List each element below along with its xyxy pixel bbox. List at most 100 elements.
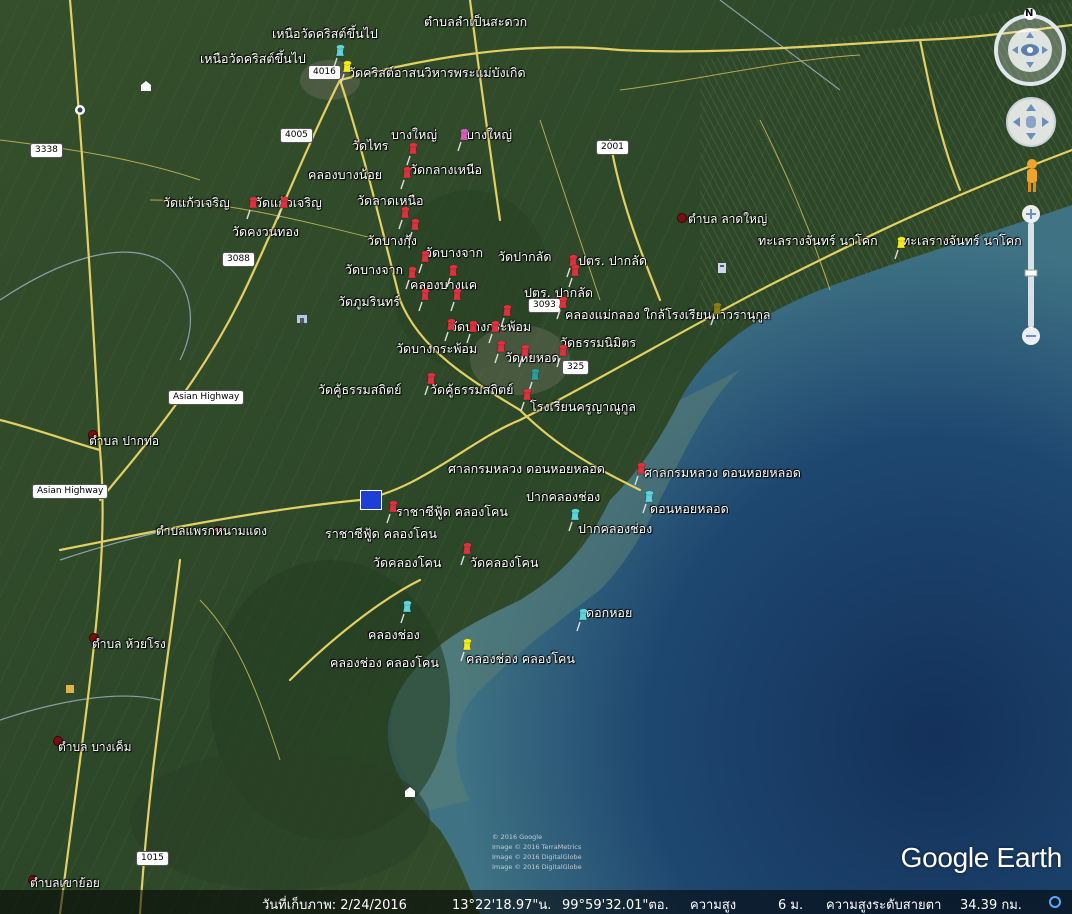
longitude-readout: 99°59'32.01"ตอ. — [562, 898, 669, 913]
placemark-label: วัดลาดเหนือ — [357, 193, 424, 208]
placemark-label: วัดหัยหอด — [505, 350, 560, 365]
place-marker[interactable] — [677, 213, 687, 223]
route-shield-4005: 4005 — [280, 128, 313, 143]
google-earth-logo: Google Earth — [900, 842, 1063, 873]
placemark-label: ปากคลองช่อง — [526, 489, 601, 504]
cyan-pushpin-icon[interactable] — [642, 490, 656, 514]
yellow-pushpin-icon[interactable] — [894, 236, 908, 260]
red-pushpin-icon[interactable] — [520, 388, 534, 412]
red-pushpin-icon[interactable] — [494, 340, 508, 364]
placemark-label: ศาลกรมหลวง ดอนหอยหลอด — [448, 461, 605, 476]
latitude-readout: 13°22'18.97"น. — [452, 898, 552, 913]
placemark-label: วัดคลองโคน — [373, 555, 442, 570]
elevation-label: ความสูง — [690, 898, 737, 913]
landmark-poi-icon[interactable] — [64, 682, 76, 694]
pan-control-icon[interactable] — [1005, 96, 1057, 148]
placemark-label: วัดคงวนทอง — [232, 224, 300, 239]
placemark-label: วัดบางกระพ้อม — [396, 341, 478, 356]
temple-poi-icon[interactable] — [140, 80, 152, 92]
red-pushpin-icon[interactable] — [446, 264, 460, 288]
placemark-label: วัดปากลัด — [498, 249, 552, 264]
olive-pushpin-icon[interactable] — [710, 302, 724, 326]
placemark-label: ปตร. ปากลัด — [578, 253, 648, 268]
route-shield-asian-highway-a: Asian Highway — [168, 390, 245, 405]
credit-line: Image © 2016 TerraMetrics — [492, 843, 582, 851]
camera-poi-icon[interactable] — [74, 104, 86, 116]
temple-poi-icon[interactable] — [404, 786, 416, 798]
placemark-label: เหนือวัดคริสต์ขึ้นไป — [200, 51, 306, 66]
yellow-pushpin-icon[interactable] — [460, 638, 474, 662]
placemark-label: วัดกลางเหนือ — [410, 162, 483, 177]
placemark-label: วัดบางจาก — [425, 245, 484, 260]
placemark-label: ปากคลองช่อง — [578, 521, 653, 536]
credit-line: Image © 2016 DigitalGlobe — [492, 853, 582, 861]
red-pushpin-icon[interactable] — [634, 462, 648, 486]
placemark-label: ดอนหอยหลอด — [650, 501, 729, 516]
place-label: ตำบล ลาดใหญ่ — [688, 212, 768, 226]
placemark-label: คลองบางน้อย — [308, 167, 383, 182]
red-pushpin-icon[interactable] — [418, 288, 432, 312]
eye-altitude-value: 34.39 กม. — [960, 898, 1022, 913]
map-view[interactable]: 4016 4005 3338 2001 3088 3093 325 Asian … — [0, 0, 1072, 914]
satellite-imagery — [0, 0, 1072, 914]
building-poi-icon[interactable] — [716, 262, 728, 274]
red-pushpin-icon[interactable] — [460, 542, 474, 566]
red-pushpin-icon[interactable] — [556, 296, 570, 320]
place-label: ตำบล ปากท่อ — [89, 434, 160, 448]
elevation-value: 6 ม. — [778, 898, 804, 913]
red-pushpin-icon[interactable] — [466, 320, 480, 344]
placemark-label: โรงเรียนครูญาณูกูล — [530, 399, 636, 414]
street-view-pegman-icon[interactable] — [1022, 158, 1042, 194]
red-pushpin-icon[interactable] — [405, 266, 419, 290]
yellow-pushpin-icon[interactable] — [340, 60, 354, 84]
red-pushpin-icon[interactable] — [500, 304, 514, 328]
red-pushpin-icon[interactable] — [406, 142, 420, 166]
imagery-credits: © 2016 Google Image © 2016 TerraMetrics … — [492, 832, 582, 872]
route-shield-2001: 2001 — [596, 140, 629, 155]
red-pushpin-icon[interactable] — [518, 344, 532, 368]
red-pushpin-icon[interactable] — [277, 196, 291, 220]
cyan-pushpin-icon[interactable] — [568, 508, 582, 532]
placemark-label: ตำบลลำเป็นสะดวก — [424, 14, 528, 29]
placemark-label: ราชาซีฟู้ด คลองโคน — [325, 526, 437, 541]
place-label: ตำบลเขาย้อย — [30, 876, 100, 890]
eye-altitude-label: ความสูงระดับสายตา — [826, 898, 942, 913]
school-poi-icon[interactable] — [296, 312, 308, 324]
red-pushpin-icon[interactable] — [424, 372, 438, 396]
cyan-pushpin-icon[interactable] — [576, 608, 590, 632]
red-pushpin-icon[interactable] — [450, 288, 464, 312]
cyan-pushpin-icon[interactable] — [400, 600, 414, 624]
placemark-label: วัดภูมรินทร์ — [338, 294, 400, 309]
placemark-label: คลองแม่กลอง ใกล้โรงเรียนถาวรานุกูล — [565, 307, 771, 322]
red-pushpin-icon[interactable] — [386, 500, 400, 524]
zoom-slider[interactable] — [1020, 204, 1042, 348]
red-pushpin-icon[interactable] — [418, 250, 432, 274]
placemark-label: วัดบางจาก — [345, 262, 404, 277]
imagery-date: วันที่เก็บภาพ: 2/24/2016 — [262, 898, 407, 913]
placemark-label: ดอกหอย — [586, 605, 633, 620]
red-pushpin-icon[interactable] — [246, 196, 260, 220]
placemark-label: วัดคู้ธรรมสถิตย์ — [430, 382, 514, 397]
placemark-label: บางใหญ่ — [466, 127, 513, 142]
streaming-status-icon — [1049, 896, 1061, 908]
placemark-label: วัดคลองโคน — [470, 555, 539, 570]
red-pushpin-icon[interactable] — [400, 166, 414, 190]
place-label: ตำบลแพรกหนามแดง — [156, 524, 268, 538]
zoom-out-icon — [1026, 335, 1036, 337]
red-pushpin-icon[interactable] — [444, 318, 458, 342]
placemark-label: คลองช่อง คลองโคน — [466, 651, 575, 666]
placemark-label: ราชาซีฟู้ด คลองโคน — [396, 504, 508, 519]
red-pushpin-icon[interactable] — [568, 264, 582, 288]
placemark-label: ทะเลรางจันทร์ นาโคก — [902, 233, 1022, 248]
hospital-poi-icon[interactable] — [360, 490, 382, 510]
placemark-label: บางใหญ่ — [391, 127, 438, 142]
placemark-label: คลองช่อง — [368, 627, 420, 642]
pink-pushpin-icon[interactable] — [457, 128, 471, 152]
compass-north-letter: N — [1025, 8, 1034, 19]
placemark-label: ศาลกรมหลวง ดอนหอยหลอด — [644, 465, 801, 480]
red-pushpin-icon[interactable] — [556, 344, 570, 368]
red-pushpin-icon[interactable] — [408, 218, 422, 242]
status-bar: วันที่เก็บภาพ: 2/24/2016 13°22'18.97"น. … — [0, 890, 1072, 914]
placemark-label: วัดแก้วเจริญ — [163, 195, 230, 210]
credit-line: Image © 2016 DigitalGlobe — [492, 863, 582, 871]
